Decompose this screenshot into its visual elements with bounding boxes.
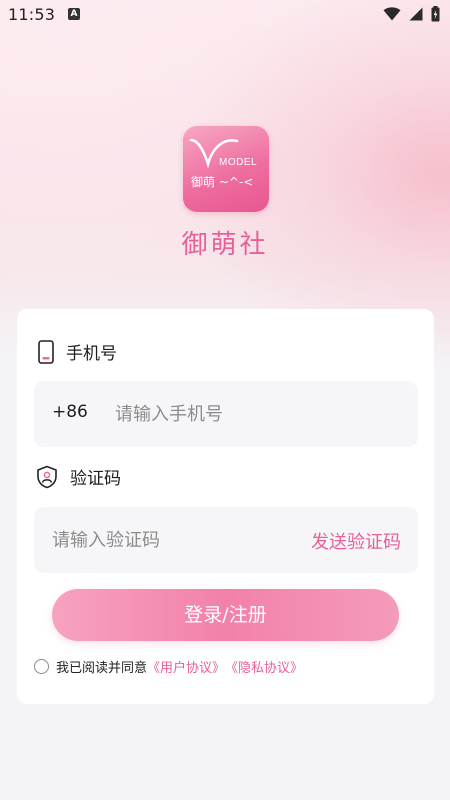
code-label-row: 验证码 <box>36 464 121 489</box>
privacy-policy-link[interactable]: 《隐私协议》 <box>225 657 303 676</box>
logo-v-mark <box>189 138 239 169</box>
signal-icon <box>409 7 423 21</box>
phone-label: 手机号 <box>66 344 117 364</box>
logo-sub-text: 御萌 ~^-< <box>191 175 254 189</box>
country-code[interactable]: +86 <box>52 402 88 422</box>
code-input-box: 发送验证码 <box>34 507 418 573</box>
logo-model-text: MODEL <box>219 157 258 168</box>
login-register-button[interactable]: 登录/注册 <box>52 589 399 641</box>
phone-label-row: 手机号 <box>38 339 117 364</box>
status-icons <box>383 6 440 22</box>
wifi-icon <box>383 7 401 21</box>
send-code-button[interactable]: 发送验证码 <box>311 528 401 554</box>
phone-icon <box>38 339 54 364</box>
agreement-text: 我已阅读并同意 <box>56 661 148 676</box>
phone-input[interactable] <box>115 401 395 427</box>
verification-code-input[interactable] <box>52 527 272 553</box>
login-card: 手机号 +86 验证码 发送验证码 登录/注册 我已阅读并同意 《用户协议》 《… <box>17 309 434 704</box>
status-time: 11:53 <box>8 5 56 24</box>
phone-input-box: +86 <box>34 381 418 447</box>
app-logo: MODEL 御萌 ~^-< <box>183 126 269 212</box>
app-name: 御萌社 <box>181 230 269 260</box>
shield-user-icon <box>37 465 57 488</box>
agreement-checkbox[interactable] <box>34 659 49 674</box>
agreement-row: 我已阅读并同意 《用户协议》 《隐私协议》 <box>34 657 303 676</box>
code-label: 验证码 <box>70 469 121 489</box>
battery-icon <box>431 6 440 22</box>
user-agreement-link[interactable]: 《用户协议》 <box>147 657 225 676</box>
notification-icon: A <box>68 8 80 20</box>
status-bar: 11:53 A <box>0 0 450 32</box>
